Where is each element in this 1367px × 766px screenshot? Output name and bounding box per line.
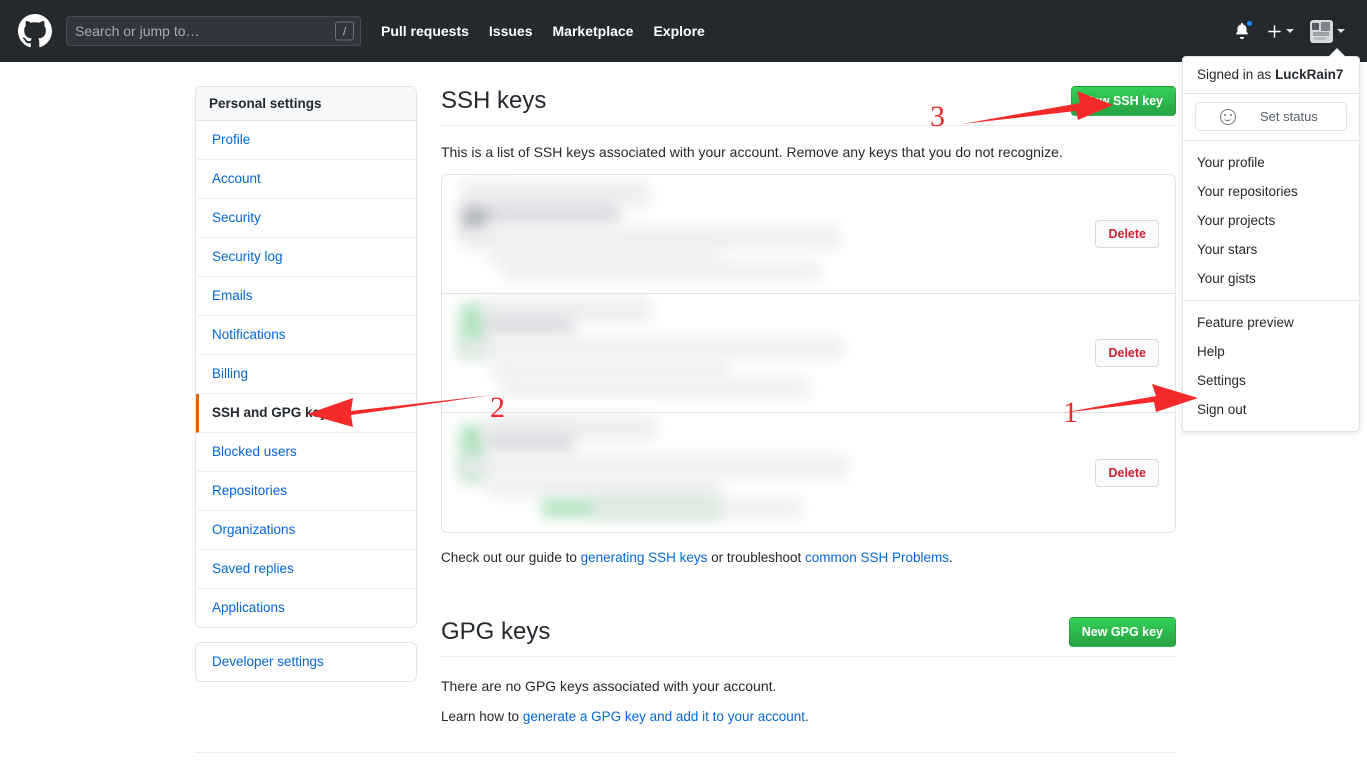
settings-page: Personal settings Profile Account Securi… bbox=[0, 62, 1367, 766]
settings-sidebar: Personal settings Profile Account Securi… bbox=[195, 86, 417, 682]
developer-settings-card: Developer settings bbox=[195, 642, 417, 682]
annotation-number-1: 1 bbox=[1063, 398, 1078, 428]
annotation-number-2: 2 bbox=[490, 393, 505, 423]
new-gpg-key-button[interactable]: New GPG key bbox=[1069, 617, 1176, 647]
personal-settings-card: Personal settings Profile Account Securi… bbox=[195, 86, 417, 628]
menu-item-feature-preview[interactable]: Feature preview bbox=[1183, 308, 1359, 337]
search-placeholder: Search or jump to… bbox=[75, 24, 200, 38]
sidebar-item-ssh-and-gpg-keys[interactable]: SSH and GPG keys bbox=[196, 394, 416, 433]
set-status-button[interactable]: Set status bbox=[1195, 102, 1347, 131]
annotation-number-3: 3 bbox=[930, 102, 945, 132]
sidebar-item-organizations[interactable]: Organizations bbox=[196, 511, 416, 550]
signed-in-username: LuckRain7 bbox=[1275, 67, 1343, 82]
sidebar-item-applications[interactable]: Applications bbox=[196, 589, 416, 627]
gpg-section-title: GPG keys bbox=[441, 617, 550, 647]
redacted-block bbox=[484, 316, 574, 336]
menu-item-sign-out[interactable]: Sign out bbox=[1183, 395, 1359, 424]
avatar bbox=[1310, 20, 1333, 43]
dropdown-group-system: Feature preview Help Settings Sign out bbox=[1183, 301, 1359, 431]
menu-item-your-profile[interactable]: Your profile bbox=[1183, 148, 1359, 177]
header-right-controls bbox=[1233, 20, 1351, 43]
notification-unread-dot bbox=[1245, 19, 1254, 28]
menu-item-your-projects[interactable]: Your projects bbox=[1183, 206, 1359, 235]
redacted-block bbox=[490, 360, 730, 378]
ssh-key-row: Delete bbox=[442, 413, 1175, 532]
gpg-learn-text: Learn how to generate a GPG key and add … bbox=[441, 709, 1176, 724]
nav-marketplace[interactable]: Marketplace bbox=[553, 23, 634, 39]
page-bottom-divider bbox=[195, 752, 1177, 753]
help-prefix: Check out our guide to bbox=[441, 550, 581, 565]
link-generating-ssh-keys[interactable]: generating SSH keys bbox=[581, 550, 708, 565]
redacted-block bbox=[502, 261, 822, 279]
sidebar-item-account[interactable]: Account bbox=[196, 160, 416, 199]
smiley-icon bbox=[1220, 109, 1236, 125]
redacted-block bbox=[460, 338, 845, 358]
sidebar-item-repositories[interactable]: Repositories bbox=[196, 472, 416, 511]
menu-item-your-stars[interactable]: Your stars bbox=[1183, 235, 1359, 264]
delete-ssh-key-button[interactable]: Delete bbox=[1095, 220, 1159, 248]
help-middle: or troubleshoot bbox=[707, 550, 805, 565]
user-menu-button[interactable] bbox=[1310, 20, 1345, 43]
user-dropdown-menu: Signed in as LuckRain7 Set status Your p… bbox=[1182, 56, 1360, 432]
set-status-row: Set status bbox=[1183, 94, 1359, 141]
menu-item-help[interactable]: Help bbox=[1183, 337, 1359, 366]
gpg-keys-header: GPG keys New GPG key bbox=[441, 617, 1176, 657]
notifications-button[interactable] bbox=[1233, 21, 1251, 41]
redacted-block bbox=[592, 499, 802, 517]
redacted-block bbox=[486, 433, 574, 453]
sidebar-item-profile[interactable]: Profile bbox=[196, 121, 416, 160]
help-suffix: . bbox=[949, 550, 953, 565]
sidebar-item-security[interactable]: Security bbox=[196, 199, 416, 238]
set-status-label: Set status bbox=[1260, 109, 1318, 124]
search-shortcut-key: / bbox=[335, 22, 354, 41]
sidebar-item-saved-replies[interactable]: Saved replies bbox=[196, 550, 416, 589]
redacted-block bbox=[460, 227, 840, 249]
link-generate-gpg-key[interactable]: generate a GPG key and add it to your ac… bbox=[523, 709, 805, 724]
menu-item-your-repositories[interactable]: Your repositories bbox=[1183, 177, 1359, 206]
chevron-down-icon bbox=[1337, 29, 1345, 33]
menu-item-settings[interactable]: Settings bbox=[1183, 366, 1359, 395]
page-title: SSH keys bbox=[441, 86, 546, 116]
gpg-empty-text: There are no GPG keys associated with yo… bbox=[441, 678, 1176, 694]
sidebar-item-billing[interactable]: Billing bbox=[196, 355, 416, 394]
new-ssh-key-button[interactable]: New SSH key bbox=[1071, 86, 1176, 116]
sidebar-item-emails[interactable]: Emails bbox=[196, 277, 416, 316]
nav-issues[interactable]: Issues bbox=[489, 23, 533, 39]
sidebar-item-security-log[interactable]: Security log bbox=[196, 238, 416, 277]
link-common-ssh-problems[interactable]: common SSH Problems bbox=[805, 550, 949, 565]
learn-prefix: Learn how to bbox=[441, 709, 523, 724]
create-new-button[interactable] bbox=[1267, 24, 1294, 39]
nav-explore[interactable]: Explore bbox=[653, 23, 704, 39]
sidebar-heading: Personal settings bbox=[196, 87, 416, 121]
sidebar-item-notifications[interactable]: Notifications bbox=[196, 316, 416, 355]
ssh-help-text: Check out our guide to generating SSH ke… bbox=[441, 550, 1176, 565]
learn-suffix: . bbox=[805, 709, 809, 724]
signed-in-prefix: Signed in as bbox=[1197, 67, 1275, 82]
global-header: Search or jump to… / Pull requests Issue… bbox=[0, 0, 1367, 62]
delete-ssh-key-button[interactable]: Delete bbox=[1095, 339, 1159, 367]
chevron-down-icon bbox=[1286, 29, 1294, 33]
search-input[interactable]: Search or jump to… / bbox=[66, 16, 361, 46]
redacted-block bbox=[500, 378, 810, 396]
nav-pull-requests[interactable]: Pull requests bbox=[381, 23, 469, 39]
primary-nav: Pull requests Issues Marketplace Explore bbox=[381, 23, 725, 39]
ssh-key-row: Delete bbox=[442, 175, 1175, 294]
sidebar-item-blocked-users[interactable]: Blocked users bbox=[196, 433, 416, 472]
ssh-keys-header: SSH keys New SSH key bbox=[441, 86, 1176, 126]
redacted-block bbox=[460, 455, 848, 477]
redacted-block bbox=[486, 479, 721, 497]
ssh-keys-description: This is a list of SSH keys associated wi… bbox=[441, 144, 1176, 160]
menu-item-your-gists[interactable]: Your gists bbox=[1183, 264, 1359, 293]
signed-in-as-label: Signed in as LuckRain7 bbox=[1183, 57, 1359, 94]
dropdown-group-personal: Your profile Your repositories Your proj… bbox=[1183, 141, 1359, 301]
sidebar-item-developer-settings[interactable]: Developer settings bbox=[196, 643, 416, 681]
dropdown-caret-icon bbox=[1329, 49, 1345, 57]
github-mark-icon[interactable] bbox=[18, 14, 52, 48]
ssh-keys-list: Delete Delete Delete bbox=[441, 174, 1176, 533]
delete-ssh-key-button[interactable]: Delete bbox=[1095, 459, 1159, 487]
